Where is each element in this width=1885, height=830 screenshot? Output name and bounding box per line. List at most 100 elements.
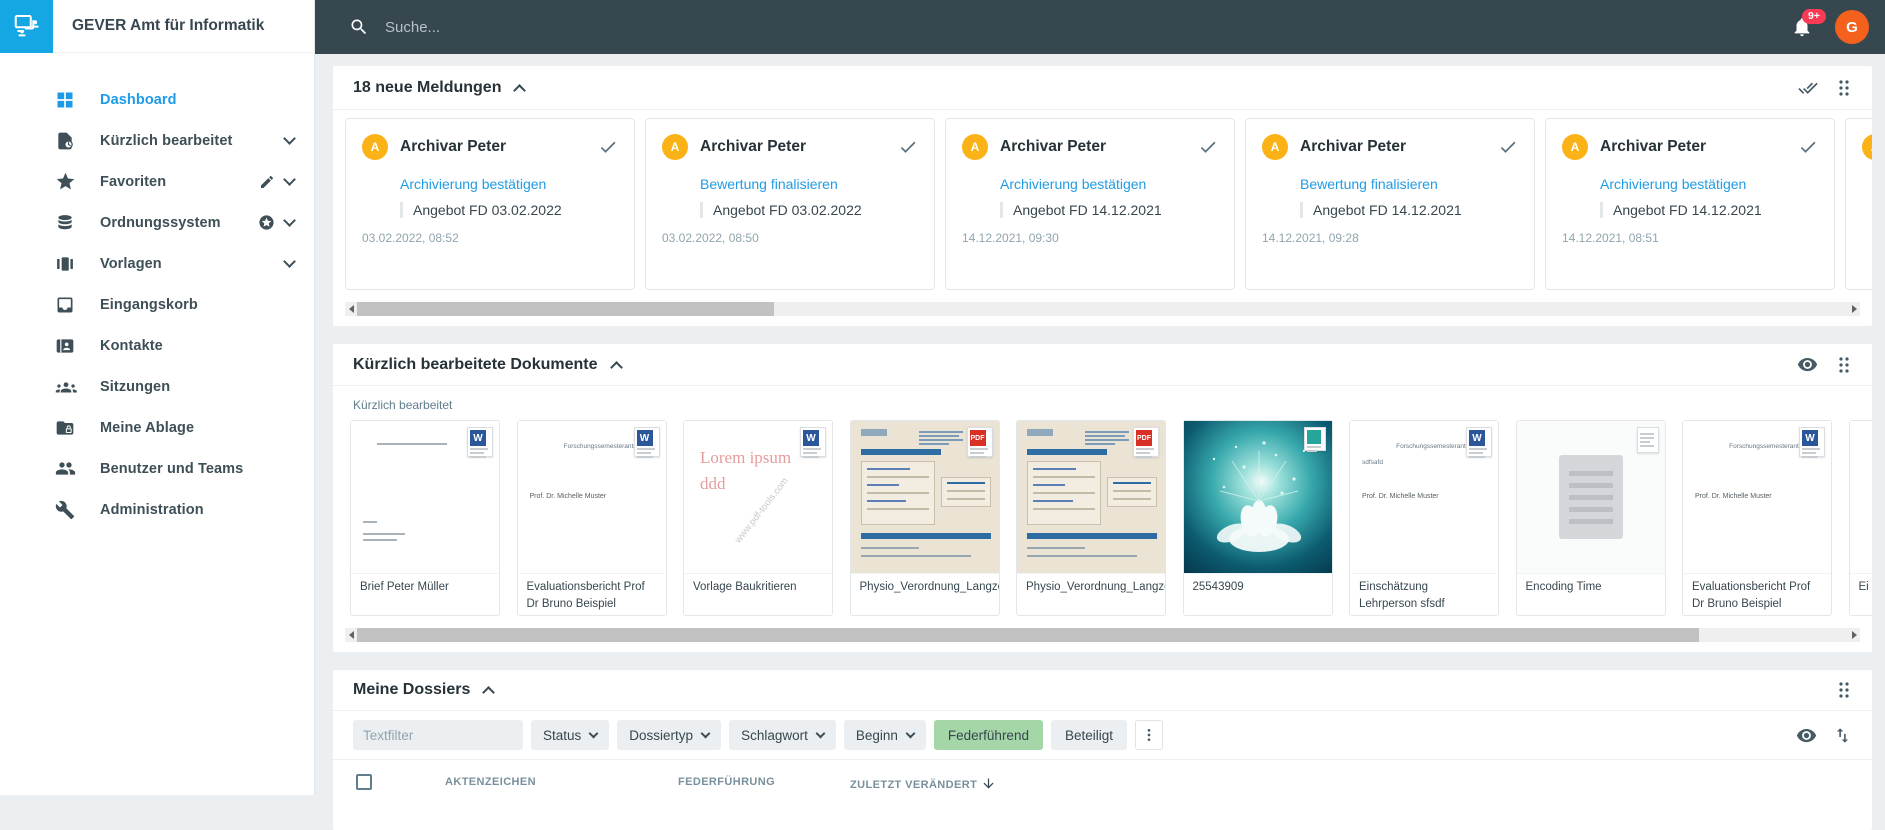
document-placeholder-thumbnail — [1517, 421, 1665, 573]
collapse-chevron-icon[interactable] — [514, 84, 527, 97]
more-filters-button[interactable] — [1135, 720, 1163, 750]
filter-dropdown-schlagwort[interactable]: Schlagwort — [729, 720, 836, 750]
dossiers-section: Meine Dossiers Status Dossiertyp Schlagw… — [333, 670, 1872, 830]
filter-dropdown-beginn[interactable]: Beginn — [844, 720, 926, 750]
dossier-table-header: AKTENZEICHEN FEDERFÜHRUNG ZULETZT VERÄND… — [333, 759, 1872, 805]
mark-read-check-icon[interactable] — [898, 137, 918, 157]
visibility-icon[interactable] — [1797, 354, 1818, 375]
task-link[interactable]: Bewertung finalisieren — [1300, 176, 1518, 192]
sort-swap-vert-icon[interactable] — [1833, 726, 1852, 745]
scrollbar-thumb[interactable] — [357, 628, 1699, 642]
scroll-right-arrow[interactable] — [1848, 302, 1860, 316]
app-logo[interactable] — [0, 0, 53, 53]
topbar: 9+ G — [315, 0, 1885, 54]
document-card[interactable]: Forschungssemesterantr sdfsafd Prof. Dr.… — [1349, 420, 1499, 616]
meldung-card[interactable]: A Archivar Peter Archivierung bestätigen… — [1545, 118, 1835, 290]
drag-handle-icon[interactable] — [1836, 356, 1852, 374]
sidebar-item-favoriten[interactable]: Favoriten — [0, 161, 314, 202]
mark-all-read-icon[interactable] — [1798, 78, 1818, 98]
user-avatar[interactable]: G — [1835, 10, 1869, 44]
groups-icon — [55, 376, 77, 398]
column-zuletzt-veraendert[interactable]: ZULETZT VERÄNDERT — [850, 776, 996, 791]
sidebar-nav: Dashboard Kürzlich bearbeitet Favoriten … — [0, 53, 314, 530]
image-file-icon — [1304, 427, 1326, 451]
column-federfuehrung[interactable]: FEDERFÜHRUNG — [678, 776, 775, 788]
drag-handle-icon[interactable] — [1836, 79, 1852, 97]
textfilter-input[interactable] — [353, 720, 523, 750]
database-icon — [55, 212, 77, 234]
sender-name: Archivar Peter — [1000, 138, 1106, 156]
scrollbar-track[interactable] — [357, 628, 1848, 642]
image-thumbnail — [1184, 421, 1332, 573]
task-link[interactable]: Archivierung bestätigen — [1000, 176, 1218, 192]
meldung-card[interactable]: A Archivar Peter Archivierung bestätigen… — [945, 118, 1235, 290]
scroll-left-arrow[interactable] — [345, 302, 357, 316]
meldung-card-partial[interactable]: A — [1845, 118, 1872, 290]
task-link[interactable]: Archivierung bestätigen — [1600, 176, 1818, 192]
sidebar-item-dashboard[interactable]: Dashboard — [0, 79, 314, 120]
scroll-right-arrow[interactable] — [1848, 628, 1860, 642]
sidebar-item-kuerzlich-bearbeitet[interactable]: Kürzlich bearbeitet — [0, 120, 314, 161]
collapse-chevron-icon[interactable] — [483, 686, 496, 699]
visibility-icon[interactable] — [1796, 725, 1817, 746]
sort-descending-arrow-icon[interactable] — [981, 776, 996, 791]
sidebar-item-ordnungssystem[interactable]: Ordnungssystem — [0, 202, 314, 243]
document-card[interactable]: PDF Physio_Verordnung_Langzeit_V2 — [850, 420, 1000, 616]
mark-read-check-icon[interactable] — [1498, 137, 1518, 157]
mark-read-check-icon[interactable] — [1198, 137, 1218, 157]
document-card[interactable]: Forschungssemesterantr Prof. Dr. Michell… — [1682, 420, 1832, 616]
scrollbar-thumb[interactable] — [357, 302, 774, 316]
mark-read-check-icon[interactable] — [598, 137, 618, 157]
sidebar-item-administration[interactable]: Administration — [0, 489, 314, 530]
word-file-icon: W — [467, 427, 493, 457]
chevron-down-icon[interactable] — [283, 173, 296, 186]
meldung-card[interactable]: A Archivar Peter Bewertung finalisieren … — [1245, 118, 1535, 290]
filter-toggle-federfuehrend[interactable]: Federführend — [934, 720, 1043, 750]
contacts-icon — [55, 335, 77, 357]
drag-handle-icon[interactable] — [1836, 681, 1852, 699]
document-card[interactable]: 25543909 — [1183, 420, 1333, 616]
task-link[interactable]: Archivierung bestätigen — [400, 176, 618, 192]
document-title: Evaluationsbericht Prof Dr Bruno Beispie… — [518, 573, 666, 615]
star-circle-icon[interactable] — [258, 214, 275, 231]
meldung-card[interactable]: A Archivar Peter Bewertung finalisieren … — [645, 118, 935, 290]
document-title: Ei — [1850, 573, 1873, 615]
scroll-left-arrow[interactable] — [345, 628, 357, 642]
document-card[interactable]: Forschungssemesterantr Prof. Dr. Michell… — [517, 420, 667, 616]
document-card[interactable]: Encoding Time — [1516, 420, 1666, 616]
dokumente-card-list: W Brief Peter Müller Forschungssemestera… — [333, 412, 1872, 616]
filter-toggle-beteiligt[interactable]: Beteiligt — [1051, 720, 1127, 750]
timestamp: 14.12.2021, 09:28 — [1262, 231, 1518, 245]
select-all-checkbox[interactable] — [356, 774, 372, 790]
column-aktenzeichen[interactable]: AKTENZEICHEN — [445, 776, 536, 788]
document-card[interactable]: W Brief Peter Müller — [350, 420, 500, 616]
meldung-card[interactable]: A Archivar Peter Archivierung bestätigen… — [345, 118, 635, 290]
sidebar-item-sitzungen[interactable]: Sitzungen — [0, 366, 314, 407]
sidebar-item-vorlagen[interactable]: Vorlagen — [0, 243, 314, 284]
filter-dropdown-dossiertyp[interactable]: Dossiertyp — [617, 720, 721, 750]
search-input[interactable] — [383, 18, 983, 37]
sidebar-item-eingangskorb[interactable]: Eingangskorb — [0, 284, 314, 325]
dokumente-title: Kürzlich bearbeitete Dokumente — [353, 356, 598, 374]
notification-badge: 9+ — [1802, 9, 1826, 24]
chevron-down-icon[interactable] — [283, 132, 296, 145]
edit-pencil-icon[interactable] — [259, 174, 275, 190]
notifications-button[interactable]: 9+ — [1791, 16, 1813, 38]
document-card[interactable]: PDF Physio_Verordnung_Langzeit_V2 — [1016, 420, 1166, 616]
chevron-down-icon[interactable] — [283, 255, 296, 268]
sidebar-item-benutzer-und-teams[interactable]: Benutzer und Teams — [0, 448, 314, 489]
document-title: Physio_Verordnung_Langzeit_V2 — [1017, 573, 1165, 615]
collapse-chevron-icon[interactable] — [610, 361, 623, 374]
task-link[interactable]: Bewertung finalisieren — [700, 176, 918, 192]
word-file-icon: W — [1466, 427, 1492, 457]
filter-dropdown-status[interactable]: Status — [531, 720, 609, 750]
wrench-icon — [55, 499, 77, 521]
sidebar-item-meine-ablage[interactable]: Meine Ablage — [0, 407, 314, 448]
scrollbar-track[interactable] — [357, 302, 1848, 316]
sidebar-item-kontakte[interactable]: Kontakte — [0, 325, 314, 366]
document-card[interactable]: Lorem ipsum ddd www.pdf-tools.com W Vorl… — [683, 420, 833, 616]
dokumente-section: Kürzlich bearbeitete Dokumente Kürzlich … — [333, 344, 1872, 652]
document-card-partial[interactable]: Ei — [1849, 420, 1873, 616]
chevron-down-icon[interactable] — [283, 214, 296, 227]
mark-read-check-icon[interactable] — [1798, 137, 1818, 157]
